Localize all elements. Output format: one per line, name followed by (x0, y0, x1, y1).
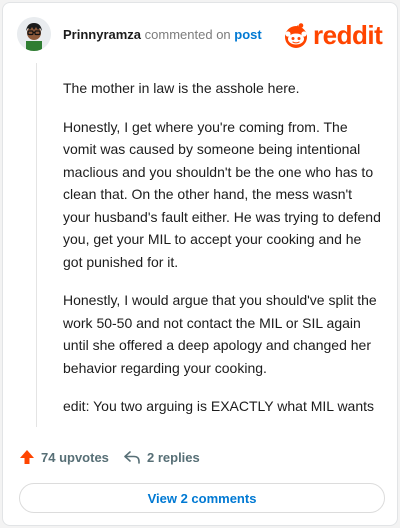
comment-paragraph: Honestly, I would argue that you should'… (63, 292, 377, 376)
view-comments-button[interactable]: View 2 comments (19, 483, 385, 513)
comment-paragraph: Honestly, I get where you're coming from… (63, 118, 381, 270)
comment-header: Prinnyramza commented on post reddit (17, 17, 387, 51)
upvote-button[interactable]: 74 upvotes (19, 447, 109, 467)
avatar[interactable] (17, 17, 51, 51)
comment-action-text: commented on (141, 27, 235, 42)
thread-line[interactable] (36, 63, 37, 427)
comment-paragraph: The mother in law is the asshole here. (63, 80, 300, 96)
reply-count: 2 replies (147, 449, 200, 465)
reddit-wordmark: reddit (313, 20, 383, 50)
reply-arrow-icon (124, 451, 140, 464)
post-link[interactable]: post (234, 27, 261, 42)
comment-paragraph: edit: You two arguing is EXACTLY what MI… (63, 398, 375, 414)
comment-body: The mother in law is the asshole here. H… (63, 77, 381, 434)
reddit-logo[interactable]: reddit (281, 19, 391, 51)
avatar-image (17, 17, 51, 51)
replies-button[interactable]: 2 replies (123, 447, 200, 467)
comment-meta: Prinnyramza commented on post (63, 27, 262, 43)
comment-card: Prinnyramza commented on post reddit The… (2, 2, 398, 526)
username[interactable]: Prinnyramza (63, 27, 141, 42)
comment-actions: 74 upvotes 2 replies (19, 447, 379, 467)
reddit-alien-icon (285, 23, 307, 48)
upvote-count: 74 upvotes (41, 449, 109, 465)
upvote-arrow-icon (20, 450, 34, 464)
